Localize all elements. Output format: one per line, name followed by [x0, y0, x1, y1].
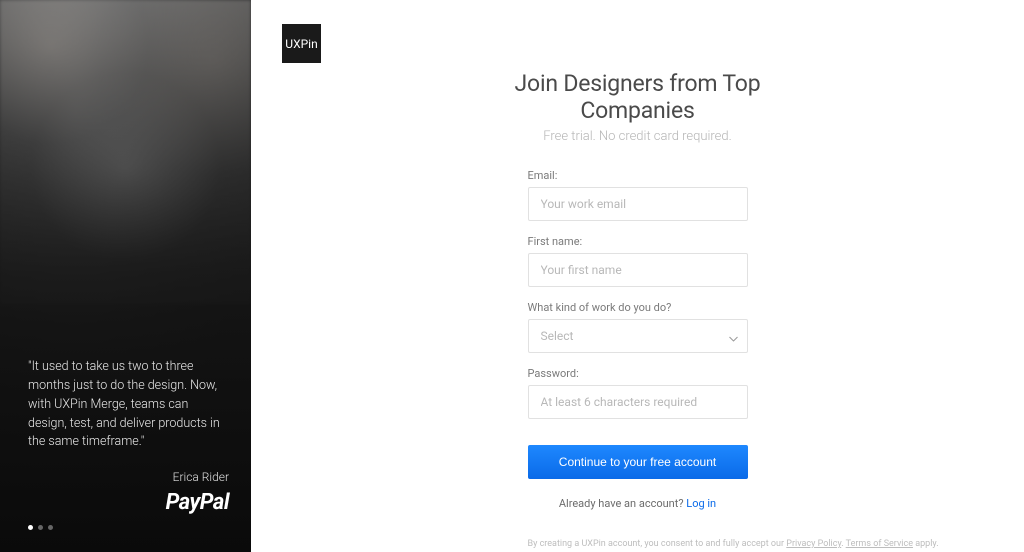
privacy-policy-link[interactable]: Privacy Policy — [786, 539, 841, 549]
signup-form: Email: First name: What kind of work do … — [528, 169, 748, 551]
signup-panel: UXPin Join Designers from Top Companies … — [251, 0, 1024, 552]
work-type-label: What kind of work do you do? — [528, 301, 748, 314]
email-label: Email: — [528, 169, 748, 182]
testimonial-sidebar: "It used to take us two to three months … — [0, 0, 251, 552]
already-text: Already have an account? — [559, 497, 686, 510]
login-link[interactable]: Log in — [686, 497, 716, 510]
first-name-label: First name: — [528, 235, 748, 248]
testimonial-company-logo: PayPal — [28, 490, 229, 515]
password-field[interactable] — [528, 385, 748, 419]
continue-button[interactable]: Continue to your free account — [528, 445, 748, 479]
testimonial-quote: "It used to take us two to three months … — [28, 358, 229, 452]
existing-account-prompt: Already have an account? Log in — [528, 497, 748, 510]
carousel-dot-2[interactable] — [38, 525, 43, 530]
work-type-select[interactable]: Select — [528, 319, 748, 353]
carousel-dot-3[interactable] — [48, 525, 53, 530]
page-subtitle: Free trial. No credit card required. — [473, 129, 803, 144]
page-title: Join Designers from Top Companies — [473, 70, 803, 124]
testimonial-author: Erica Rider — [28, 470, 229, 484]
legal-text: By creating a UXPin account, you consent… — [528, 538, 748, 551]
carousel-dots — [28, 525, 229, 530]
first-name-field[interactable] — [528, 253, 748, 287]
carousel-dot-1[interactable] — [28, 525, 33, 530]
terms-link[interactable]: Terms of Service — [846, 539, 913, 549]
password-label: Password: — [528, 367, 748, 380]
email-field[interactable] — [528, 187, 748, 221]
brand-logo[interactable]: UXPin — [282, 24, 321, 63]
